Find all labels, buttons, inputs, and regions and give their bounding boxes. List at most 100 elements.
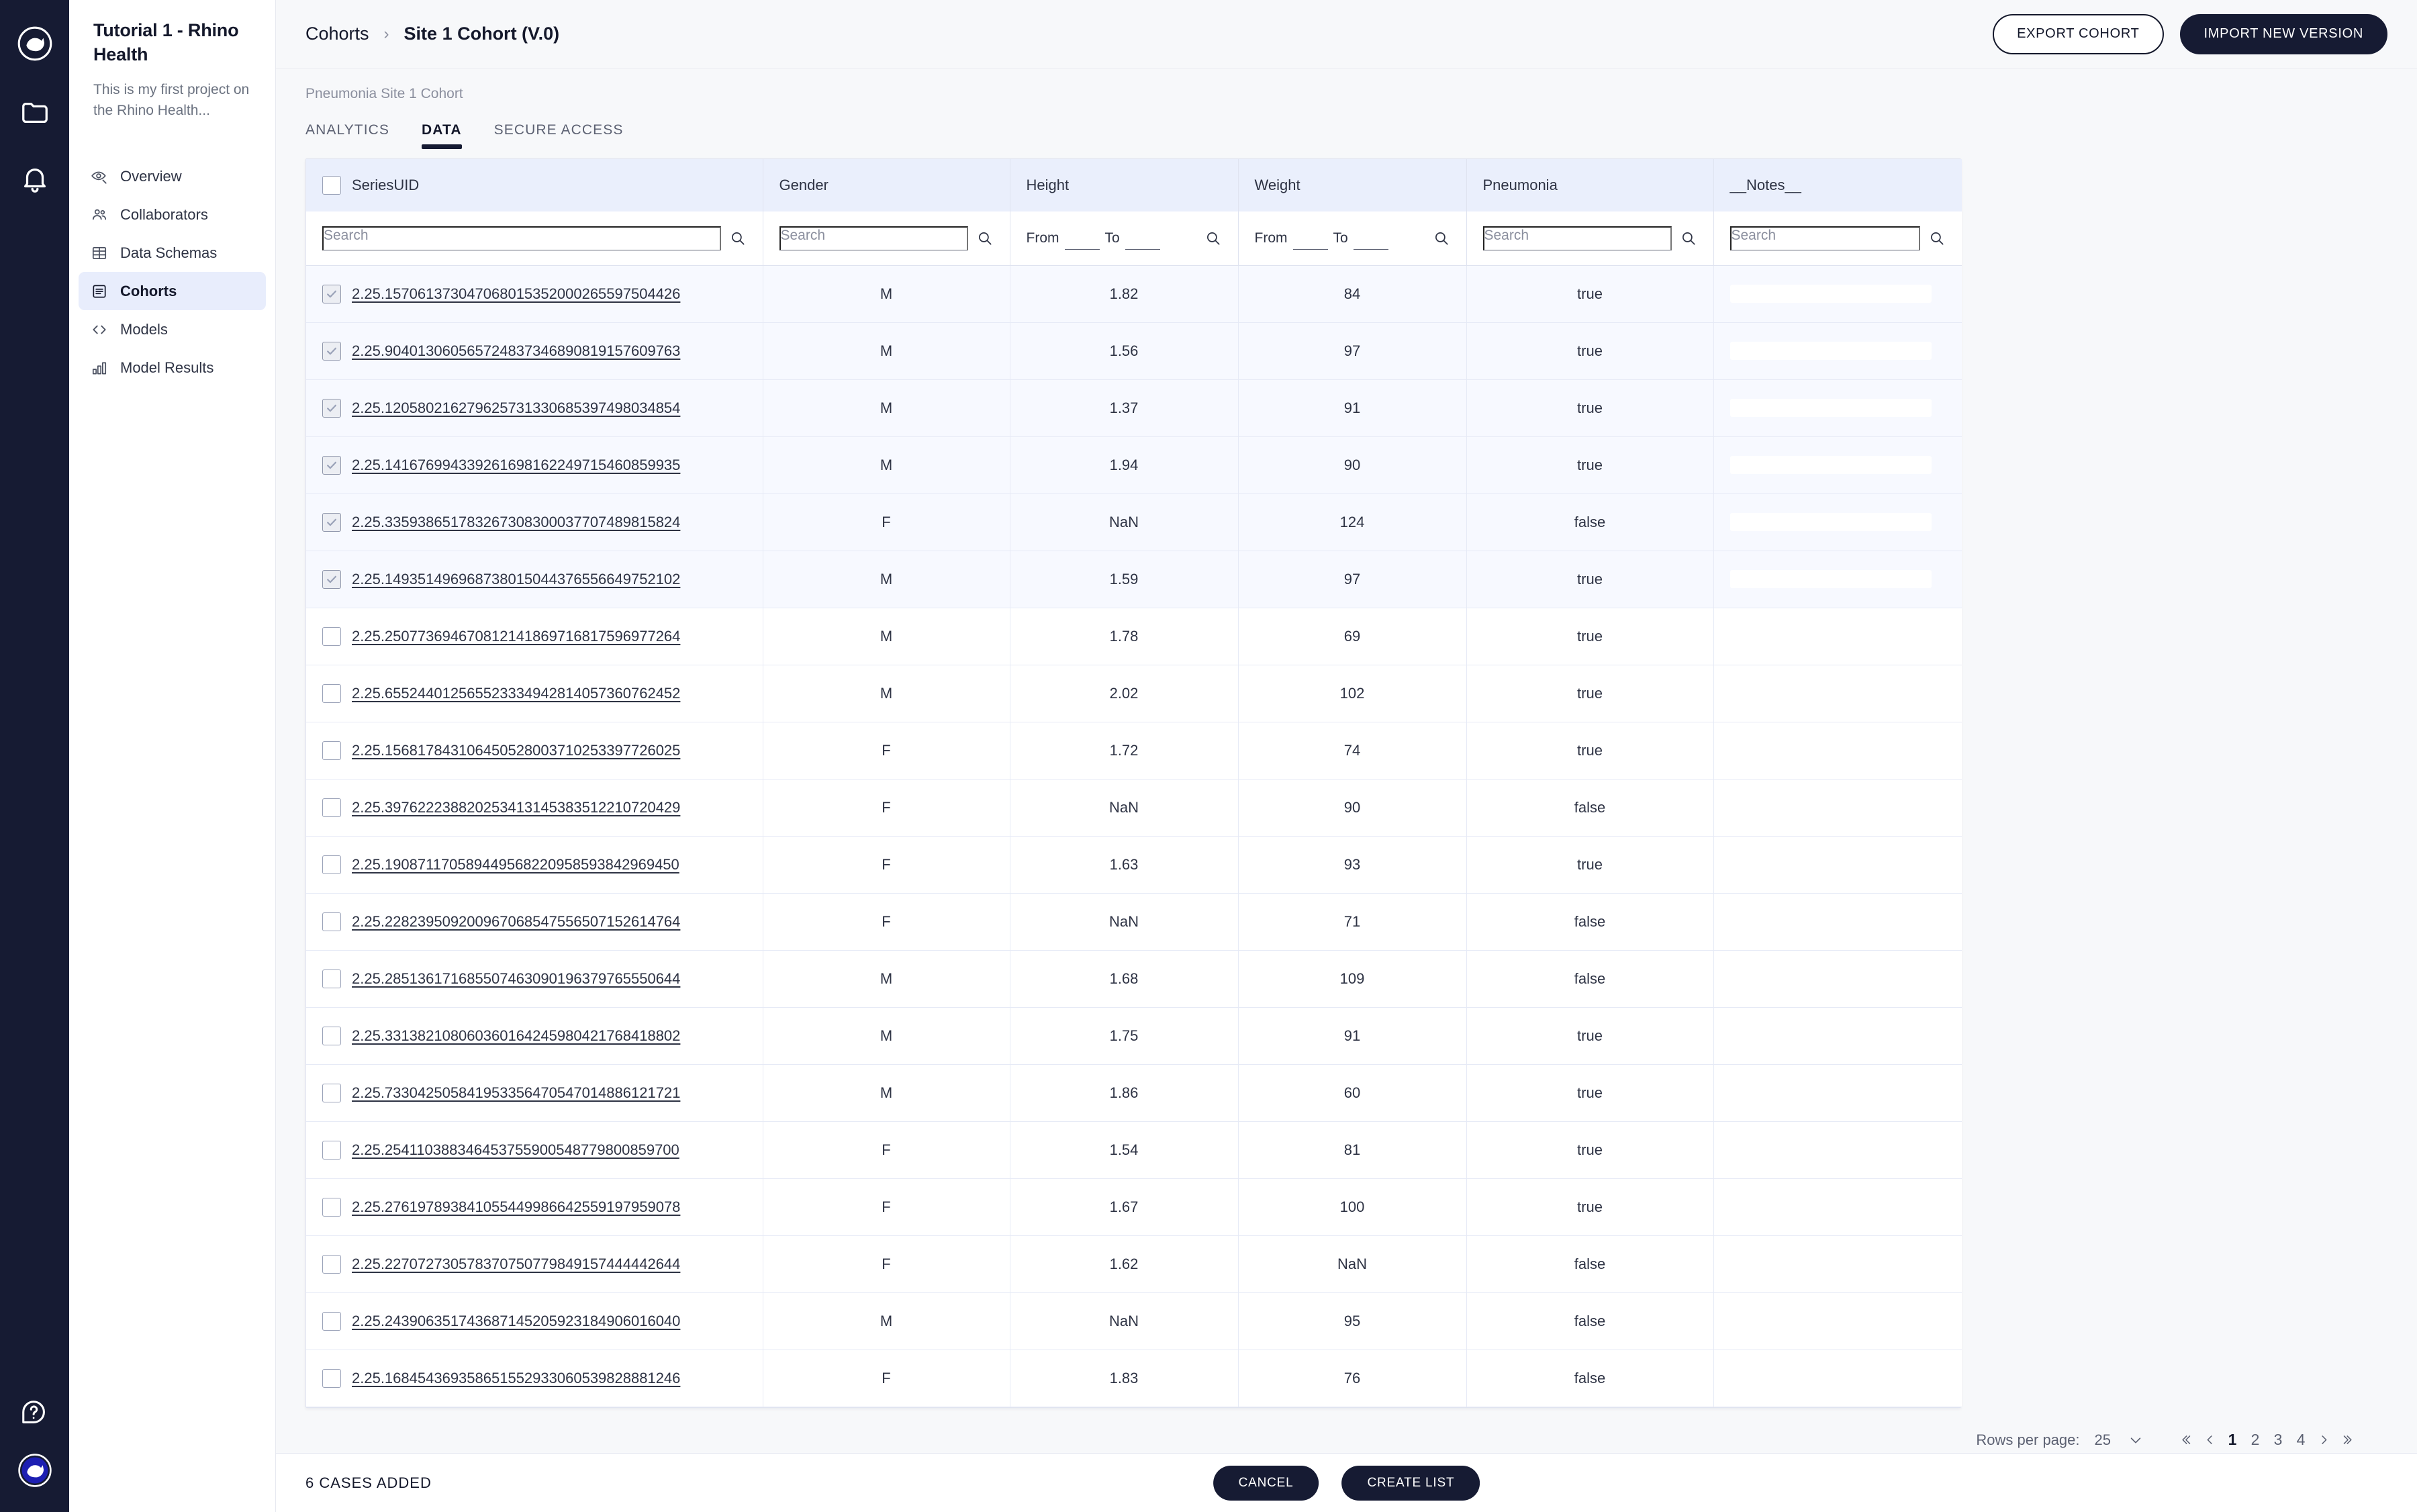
row-checkbox[interactable] — [322, 1084, 341, 1102]
table-row[interactable]: 2.25.14935149696873801504437655664975210… — [306, 551, 1962, 608]
column-header-notes[interactable]: __Notes__ — [1713, 159, 1962, 211]
row-checkbox[interactable] — [322, 570, 341, 589]
table-row[interactable]: 2.25.22707273057837075077984915744444264… — [306, 1235, 1962, 1292]
select-all-checkbox[interactable] — [322, 176, 341, 195]
search-input-seriesuid[interactable] — [322, 226, 721, 250]
tab-analytics[interactable]: ANALYTICS — [305, 122, 389, 149]
row-checkbox[interactable] — [322, 1369, 341, 1388]
create-list-button[interactable]: CREATE LIST — [1342, 1466, 1480, 1501]
seriesuid-link[interactable]: 2.25.24390635174368714520592318490601604… — [352, 1313, 680, 1330]
table-row[interactable]: 2.25.24390635174368714520592318490601604… — [306, 1292, 1962, 1350]
breadcrumb-root[interactable]: Cohorts — [305, 23, 369, 44]
help-question-icon[interactable] — [19, 1398, 50, 1429]
table-row[interactable]: 2.25.33593865178326730830003770748981582… — [306, 493, 1962, 551]
avatar[interactable] — [17, 1453, 52, 1488]
table-row[interactable]: 2.25.15681784310645052800371025339772602… — [306, 722, 1962, 779]
page-button-1[interactable]: 1 — [2221, 1427, 2244, 1454]
column-header-seriesuid[interactable]: SeriesUID — [306, 159, 763, 211]
row-checkbox[interactable] — [322, 285, 341, 303]
page-button-4[interactable]: 4 — [2289, 1427, 2312, 1454]
seriesuid-link[interactable]: 2.25.22707273057837075077984915744444264… — [352, 1256, 680, 1273]
sidebar-item-models[interactable]: Models — [79, 310, 266, 348]
row-checkbox[interactable] — [322, 513, 341, 532]
row-checkbox[interactable] — [322, 912, 341, 931]
search-icon[interactable] — [1928, 230, 1946, 247]
seriesuid-link[interactable]: 2.25.22823950920096706854755650715261476… — [352, 913, 680, 931]
search-icon[interactable] — [729, 230, 747, 247]
column-header-height[interactable]: Height — [1010, 159, 1238, 211]
sidebar-item-model-results[interactable]: Model Results — [79, 348, 266, 387]
table-row[interactable]: 2.25.39762223882025341314538351221072042… — [306, 779, 1962, 836]
seriesuid-link[interactable]: 2.25.15681784310645052800371025339772602… — [352, 742, 680, 759]
cancel-button[interactable]: CANCEL — [1213, 1466, 1319, 1501]
table-row[interactable]: 2.25.19087117058944956822095859384296945… — [306, 836, 1962, 893]
prev-page-button[interactable] — [2198, 1427, 2221, 1454]
sidebar-item-overview[interactable]: Overview — [79, 157, 266, 195]
first-page-button[interactable] — [2175, 1427, 2198, 1454]
seriesuid-link[interactable]: 2.25.14935149696873801504437655664975210… — [352, 571, 680, 588]
row-checkbox[interactable] — [322, 970, 341, 988]
search-input-pneumonia[interactable] — [1483, 226, 1672, 250]
seriesuid-link[interactable]: 2.25.39762223882025341314538351221072042… — [352, 799, 680, 816]
seriesuid-link[interactable]: 2.25.27619789384105544998664255919795907… — [352, 1198, 680, 1216]
page-button-2[interactable]: 2 — [2244, 1427, 2267, 1454]
rows-per-page-value[interactable]: 25 — [2095, 1431, 2111, 1449]
table-row[interactable]: 2.25.12058021627962573133068539749803485… — [306, 379, 1962, 436]
tab-data[interactable]: DATA — [422, 122, 462, 149]
export-cohort-button[interactable]: EXPORT COHORT — [1993, 14, 2163, 54]
page-button-3[interactable]: 3 — [2267, 1427, 2289, 1454]
sidebar-item-data-schemas[interactable]: Data Schemas — [79, 234, 266, 272]
row-checkbox[interactable] — [322, 456, 341, 475]
range-from-input-height[interactable] — [1065, 227, 1100, 250]
seriesuid-link[interactable]: 2.25.90401306056572483734689081915760976… — [352, 342, 680, 360]
seriesuid-link[interactable]: 2.25.33593865178326730830003770748981582… — [352, 514, 680, 531]
seriesuid-link[interactable]: 2.25.15706137304706801535200026559750442… — [352, 285, 680, 303]
table-row[interactable]: 2.25.25077369467081214186971681759697726… — [306, 608, 1962, 665]
table-row[interactable]: 2.25.90401306056572483734689081915760976… — [306, 322, 1962, 379]
row-checkbox[interactable] — [322, 627, 341, 646]
search-input-notes[interactable] — [1730, 226, 1921, 250]
seriesuid-link[interactable]: 2.25.73304250584195335647054701488612172… — [352, 1084, 680, 1102]
bell-icon[interactable] — [19, 163, 50, 194]
seriesuid-link[interactable]: 2.25.25077369467081214186971681759697726… — [352, 628, 680, 645]
search-icon[interactable] — [1680, 230, 1697, 247]
last-page-button[interactable] — [2335, 1427, 2358, 1454]
row-checkbox[interactable] — [322, 1027, 341, 1045]
table-row[interactable]: 2.25.27619789384105544998664255919795907… — [306, 1178, 1962, 1235]
import-new-version-button[interactable]: IMPORT NEW VERSION — [2180, 14, 2387, 54]
seriesuid-link[interactable]: 2.25.65524401256552333494281405736076245… — [352, 685, 680, 702]
row-checkbox[interactable] — [322, 399, 341, 418]
search-icon[interactable] — [1204, 230, 1222, 247]
row-checkbox[interactable] — [322, 741, 341, 760]
chevron-down-icon[interactable] — [2128, 1433, 2143, 1448]
table-row[interactable]: 2.25.25411038834645375590054877980085970… — [306, 1121, 1962, 1178]
range-from-input-weight[interactable] — [1293, 227, 1328, 250]
next-page-button[interactable] — [2312, 1427, 2335, 1454]
seriesuid-link[interactable]: 2.25.14167699433926169816224971546085993… — [352, 457, 680, 474]
seriesuid-link[interactable]: 2.25.28513617168550746309019637976555064… — [352, 970, 680, 988]
column-header-gender[interactable]: Gender — [763, 159, 1010, 211]
search-input-gender[interactable] — [779, 226, 968, 250]
row-checkbox[interactable] — [322, 798, 341, 817]
seriesuid-link[interactable]: 2.25.25411038834645375590054877980085970… — [352, 1141, 679, 1159]
table-row[interactable]: 2.25.22823950920096706854755650715261476… — [306, 893, 1962, 950]
folder-icon[interactable] — [19, 97, 50, 128]
row-checkbox[interactable] — [322, 1312, 341, 1331]
table-row[interactable]: 2.25.65524401256552333494281405736076245… — [306, 665, 1962, 722]
search-icon[interactable] — [1433, 230, 1450, 247]
row-checkbox[interactable] — [322, 684, 341, 703]
range-to-input-weight[interactable] — [1354, 227, 1388, 250]
sidebar-item-collaborators[interactable]: Collaborators — [79, 195, 266, 234]
table-row[interactable]: 2.25.16845436935865155293306053982888124… — [306, 1350, 1962, 1407]
column-header-pneumonia[interactable]: Pneumonia — [1466, 159, 1713, 211]
seriesuid-link[interactable]: 2.25.16845436935865155293306053982888124… — [352, 1370, 680, 1387]
seriesuid-link[interactable]: 2.25.33138210806036016424598042176841880… — [352, 1027, 680, 1045]
table-row[interactable]: 2.25.73304250584195335647054701488612172… — [306, 1064, 1962, 1121]
row-checkbox[interactable] — [322, 1198, 341, 1217]
table-row[interactable]: 2.25.33138210806036016424598042176841880… — [306, 1007, 1962, 1064]
row-checkbox[interactable] — [322, 1255, 341, 1274]
rhino-logo-icon[interactable] — [16, 25, 54, 62]
table-row[interactable]: 2.25.14167699433926169816224971546085993… — [306, 436, 1962, 493]
column-header-weight[interactable]: Weight — [1238, 159, 1466, 211]
table-row[interactable]: 2.25.15706137304706801535200026559750442… — [306, 265, 1962, 322]
